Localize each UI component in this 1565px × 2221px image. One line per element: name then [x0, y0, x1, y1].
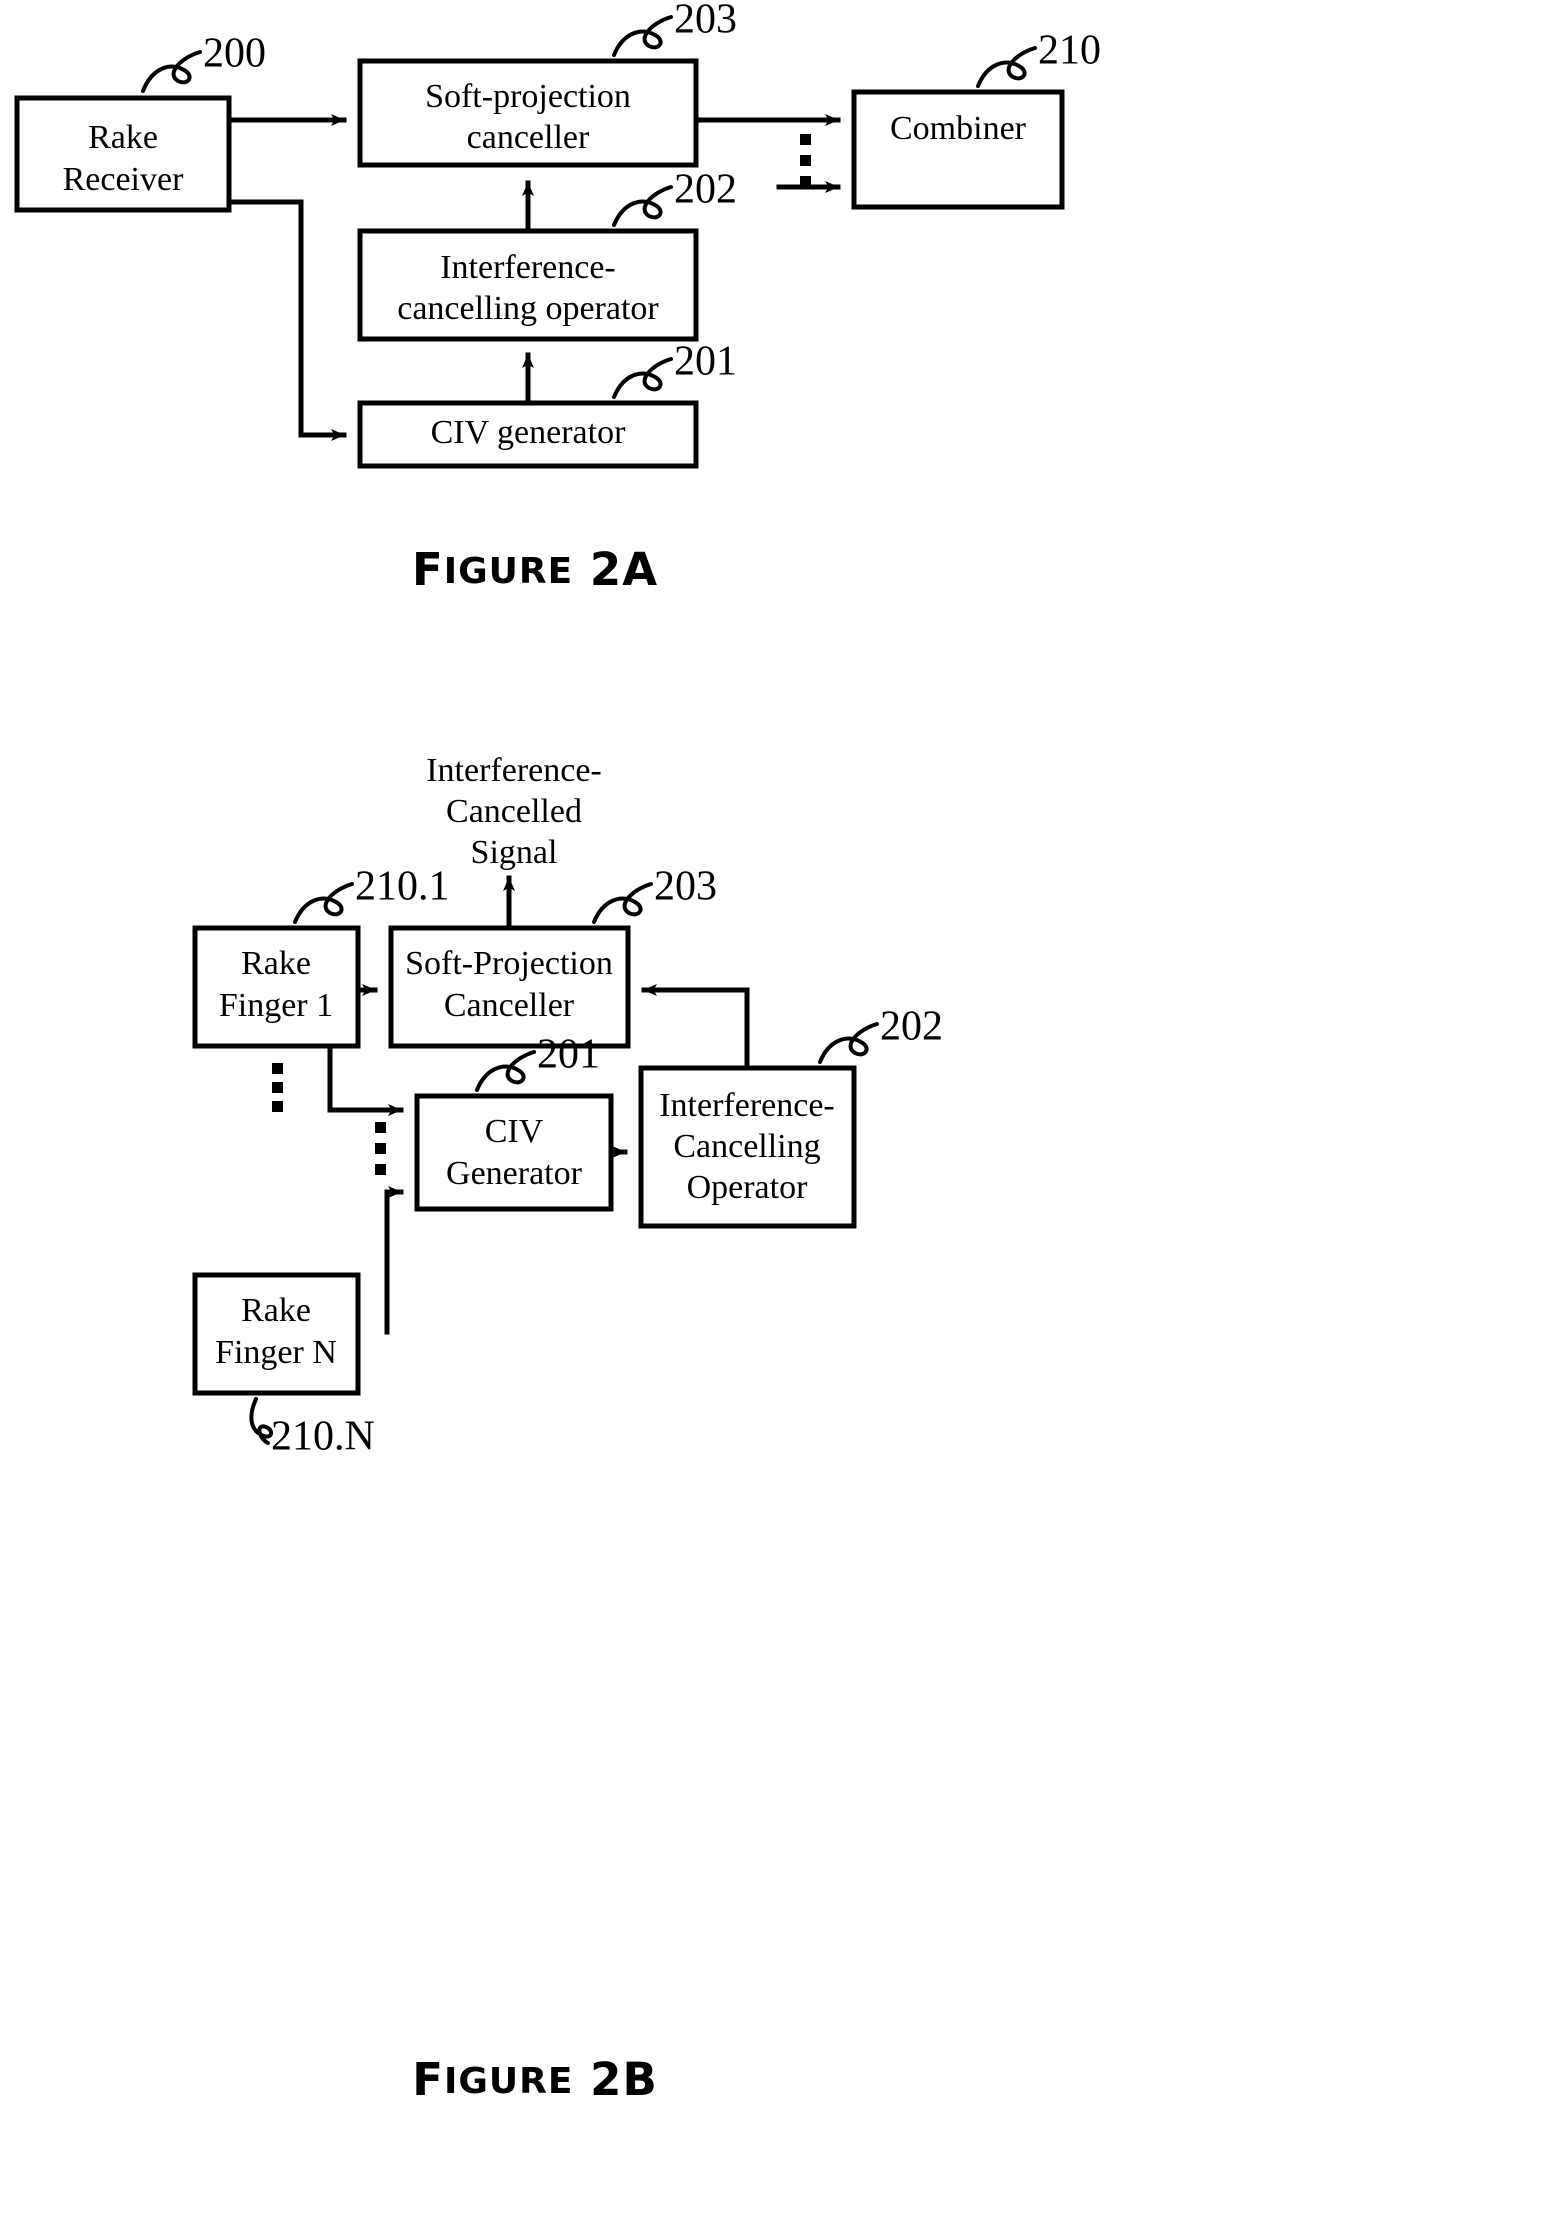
block-soft-projection-canceller-2b: Soft-Projection Canceller — [388, 925, 631, 1049]
soft-projection-canceller-label-line1-2a: Soft-projection — [425, 78, 631, 115]
ref-number-210: 210 — [1038, 28, 1101, 74]
rake-finger-1-label-line2: Finger 1 — [219, 987, 333, 1024]
soft-projection-canceller-label-line2-2a: canceller — [467, 119, 590, 156]
rake-finger-n-label-line2: Finger N — [215, 1334, 337, 1371]
ref-number-201-2a: 201 — [674, 339, 737, 385]
soft-projection-canceller-label-line2-2b: Canceller — [444, 987, 575, 1024]
leader-line-210 — [976, 46, 1037, 88]
leader-line-203-2a — [612, 15, 673, 57]
block-rake-finger-1: Rake Finger 1 — [192, 925, 361, 1049]
drawing-canvas: Rake Receiver 200 Soft-projection cancel… — [14, 0, 1101, 2106]
block-rake-receiver: Rake Receiver — [14, 95, 232, 213]
ref-number-202-2b: 202 — [880, 1004, 943, 1050]
ref-number-203-2b: 203 — [654, 864, 717, 910]
civ-generator-label-line1-2b: CIV — [485, 1113, 544, 1150]
conn-ico-to-spc-2b — [641, 984, 750, 1071]
leader-line-201-2a — [612, 357, 673, 399]
block-rake-finger-n: Rake Finger N — [192, 1272, 361, 1396]
block-civ-generator-2a: CIV generator — [357, 400, 699, 469]
conn-rake-to-civ-2a — [226, 199, 347, 441]
ref-number-210-1: 210.1 — [355, 864, 450, 910]
interference-cancelling-operator-label-line3-2b: Operator — [687, 1169, 809, 1206]
figure-2a-caption: FIGURE 2A — [412, 543, 658, 596]
civ-generator-label-line2-2b: Generator — [446, 1155, 583, 1192]
vertical-ellipsis-civ-inputs — [375, 1122, 386, 1175]
interference-cancelling-operator-label-line1-2a: Interference- — [440, 249, 616, 286]
block-interference-cancelling-operator-2a: Interference- cancelling operator — [357, 228, 699, 342]
interference-cancelling-operator-label-line2-2a: cancelling operator — [397, 290, 659, 327]
rake-finger-n-label-line1: Rake — [241, 1292, 311, 1329]
interference-cancelling-operator-label-line2-2b: Cancelling — [673, 1128, 820, 1165]
leader-line-202-2b — [818, 1022, 879, 1064]
leader-line-203-2b — [592, 882, 653, 924]
leader-line-201-2b — [475, 1050, 536, 1092]
leader-line-210-1 — [293, 882, 354, 924]
leader-line-200 — [141, 50, 202, 93]
output-signal-label-line1: Interference- — [426, 752, 602, 789]
rake-receiver-label-line2: Receiver — [63, 161, 184, 198]
interference-cancelling-operator-label-line1-2b: Interference- — [659, 1087, 835, 1124]
ref-number-200: 200 — [203, 31, 266, 77]
rake-receiver-label-line1: Rake — [88, 119, 158, 156]
conn-rfn-to-civ-2b — [384, 1186, 404, 1335]
leader-line-210-n — [249, 1397, 273, 1445]
patent-drawing-sheet: Rake Receiver 200 Soft-projection cancel… — [0, 0, 1565, 2221]
vertical-ellipsis-rake-fingers — [272, 1063, 283, 1112]
ref-number-203-2a: 203 — [674, 0, 737, 43]
leader-line-202-2a — [612, 185, 673, 227]
civ-generator-label-2a: CIV generator — [431, 414, 626, 451]
block-soft-projection-canceller-2a: Soft-projection canceller — [357, 58, 699, 168]
output-signal-label-line3: Signal — [471, 834, 558, 871]
ref-number-210-n: 210.N — [271, 1414, 375, 1460]
block-combiner: Combiner — [851, 89, 1065, 210]
ref-number-201-2b: 201 — [537, 1032, 600, 1078]
rake-finger-1-label-line1: Rake — [241, 945, 311, 982]
combiner-label: Combiner — [890, 110, 1027, 147]
conn-rf1-to-civ-2b — [327, 1043, 404, 1116]
figure-2b-group: Interference- Cancelled Signal Rake Fing… — [192, 752, 943, 2106]
soft-projection-canceller-label-line1-2b: Soft-Projection — [405, 945, 613, 982]
block-interference-cancelling-operator-2b: Interference- Cancelling Operator — [638, 1065, 857, 1229]
figure-2a-group: Rake Receiver 200 Soft-projection cancel… — [14, 0, 1101, 596]
figure-2b-caption: FIGURE 2B — [412, 2053, 658, 2106]
output-signal-label: Interference- Cancelled Signal — [426, 752, 602, 871]
output-signal-label-line2: Cancelled — [446, 793, 582, 830]
ref-number-202-2a: 202 — [674, 167, 737, 213]
block-civ-generator-2b: CIV Generator — [414, 1093, 614, 1212]
vertical-ellipsis-combiner — [800, 134, 811, 187]
